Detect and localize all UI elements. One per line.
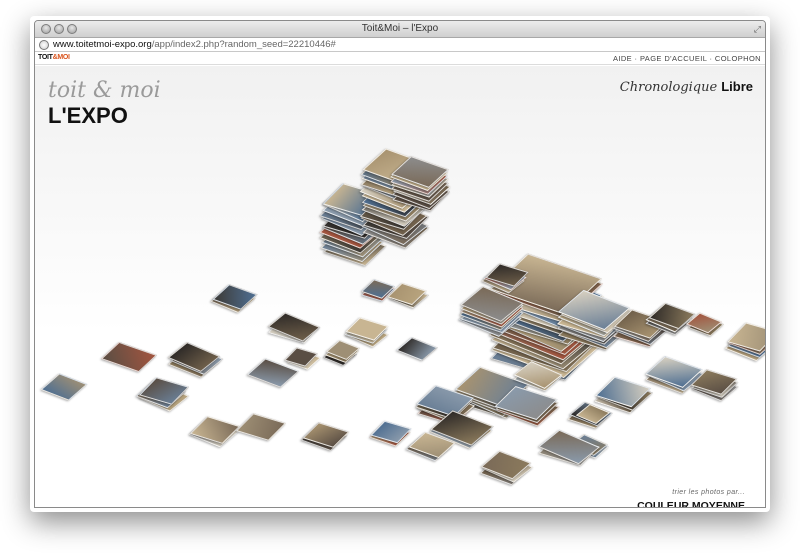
nav-link-accueil[interactable]: PAGE D'ACCUEIL <box>640 54 707 63</box>
url-domain: www.toitetmoi-expo.org <box>53 39 152 50</box>
site-title-small: toit & moi <box>48 78 161 103</box>
view-mode-switch: Chronologique Libre <box>620 79 753 95</box>
nav-separator: · <box>707 54 715 63</box>
site-logo[interactable]: TOIT&MOI <box>38 54 70 61</box>
url-path: /app/index2.php?random_seed=22210446# <box>151 39 336 50</box>
photo-thumbnail[interactable] <box>190 416 241 444</box>
mode-libre-link[interactable]: Libre <box>721 79 753 94</box>
window-titlebar[interactable]: Toit&Moi – l'Expo ⤢ <box>35 21 765 38</box>
photo-thumbnail[interactable] <box>100 341 157 373</box>
mode-chronologique-link[interactable]: Chronologique <box>620 80 717 95</box>
url-text[interactable]: www.toitetmoi-expo.org/app/index2.php?ra… <box>53 39 336 50</box>
resize-icon[interactable]: ⤢ <box>754 24 761 35</box>
photo-thumbnail[interactable] <box>212 284 258 310</box>
window-title: Toit&Moi – l'Expo <box>361 23 439 34</box>
expo-canvas[interactable]: toit & moi L'EXPO Chronologique Libre tri… <box>35 66 765 507</box>
nav-link-colophon[interactable]: COLOPHON <box>715 54 761 63</box>
photo-thumbnail[interactable] <box>267 312 320 342</box>
photo-thumbnail[interactable] <box>396 337 438 361</box>
photo-thumbnail[interactable] <box>538 429 600 465</box>
browser-window: Toit&Moi – l'Expo ⤢ www.toitetmoi-expo.o… <box>34 20 766 508</box>
nav-link-aide[interactable]: AIDE <box>613 54 632 63</box>
photo-thumbnail[interactable] <box>302 422 350 448</box>
photo-thumbnail[interactable] <box>236 413 287 441</box>
sort-caption: trier les photos par... <box>672 489 745 496</box>
page-title: L'EXPO <box>48 103 128 128</box>
globe-icon <box>39 40 49 50</box>
photo-cloud[interactable] <box>35 66 765 507</box>
address-bar[interactable]: www.toitetmoi-expo.org/app/index2.php?ra… <box>35 38 765 52</box>
sort-by-color-link[interactable]: COULEUR MOYENNE <box>637 500 745 507</box>
site-topbar: TOIT&MOI AIDE · PAGE D'ACCUEIL · COLOPHO… <box>35 53 765 65</box>
nav-separator: · <box>632 54 640 63</box>
top-nav: AIDE · PAGE D'ACCUEIL · COLOPHON <box>613 54 761 63</box>
photo-thumbnail[interactable] <box>40 373 88 401</box>
